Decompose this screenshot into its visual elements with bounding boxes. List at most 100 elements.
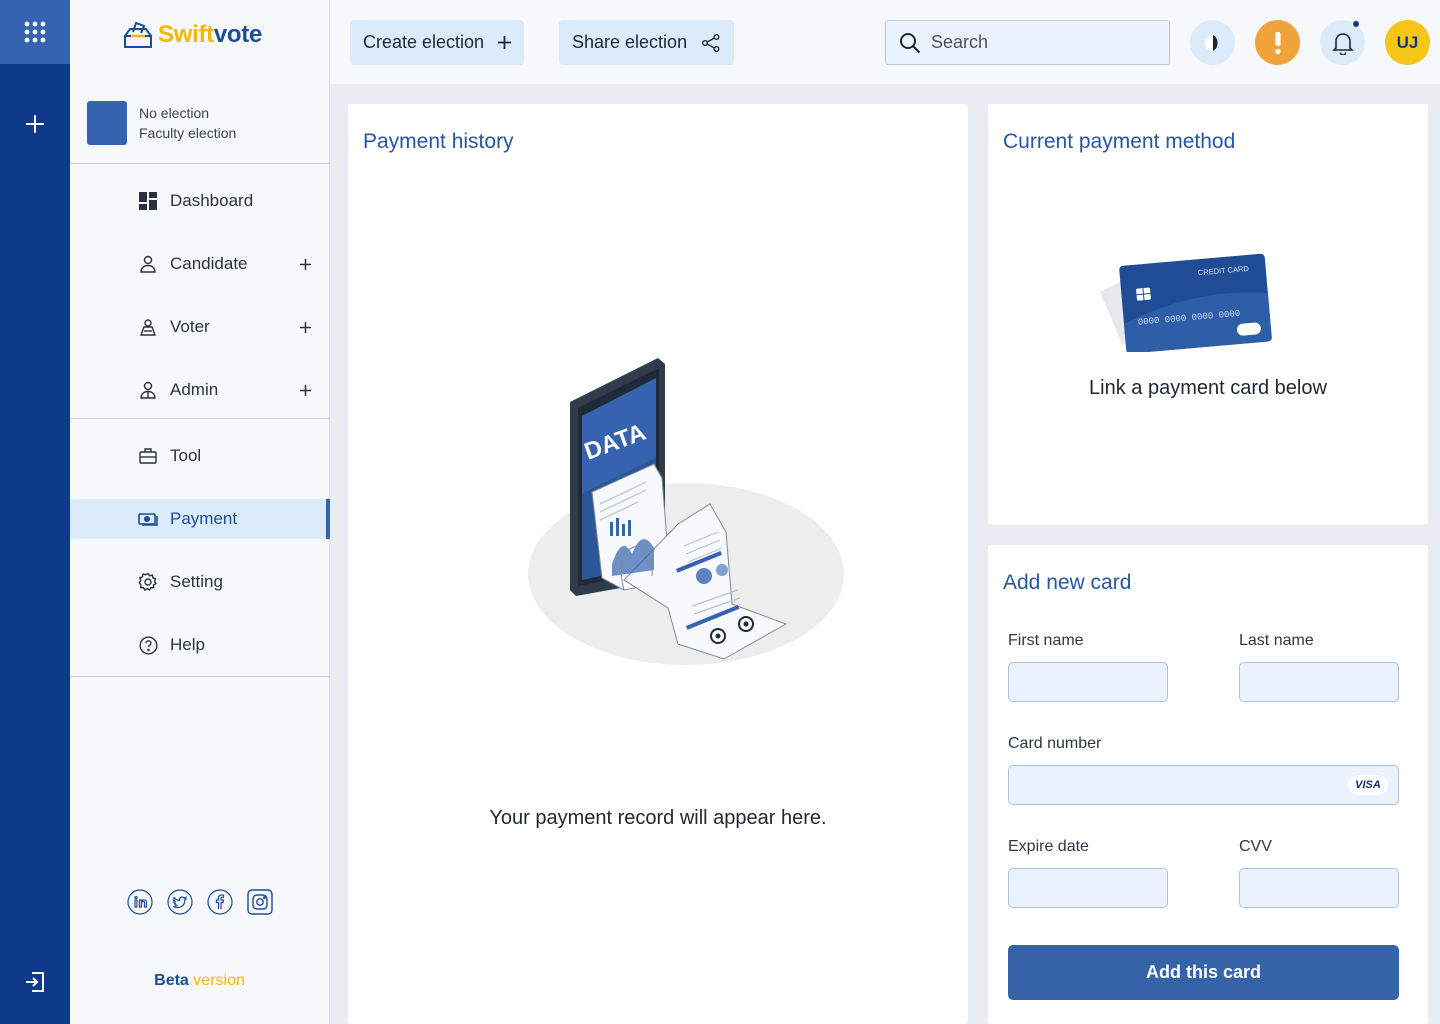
plus-icon (299, 321, 311, 333)
add-card-form: Add new card First name Last name Card n… (988, 545, 1428, 1024)
version-word: version (193, 972, 245, 989)
top-bar: Create election Share election UJ (330, 0, 1440, 84)
last-name-field[interactable] (1239, 662, 1399, 702)
card-number-field[interactable] (1008, 765, 1399, 805)
avatar[interactable]: UJ (1385, 20, 1430, 65)
notification-dot (1352, 20, 1360, 28)
toolbox-icon (138, 446, 158, 466)
logout-icon (26, 972, 44, 992)
last-name-label: Last name (1239, 632, 1314, 649)
voter-icon (138, 317, 158, 337)
brand-name-part2: vote (213, 21, 262, 48)
linkedin-icon (127, 889, 153, 915)
facebook-link[interactable] (207, 889, 233, 915)
app-rail (0, 0, 70, 1024)
dashboard-icon (138, 191, 158, 211)
sidebar-item-admin[interactable]: Admin (70, 370, 329, 410)
sidebar-item-label: Help (170, 635, 205, 654)
theme-toggle-button[interactable] (1190, 20, 1235, 65)
apps-grid-icon (24, 21, 46, 43)
election-avatar (87, 101, 127, 145)
search-icon (900, 32, 921, 53)
add-candidate-button[interactable] (295, 254, 315, 274)
sidebar-item-label: Setting (170, 572, 223, 591)
social-links (127, 889, 273, 915)
election-title: No election (139, 105, 210, 121)
share-election-button[interactable]: Share election (559, 20, 735, 65)
plus-icon (498, 36, 512, 49)
brand-logo[interactable]: Swiftvote (122, 18, 262, 52)
sidebar-item-label: Admin (170, 380, 219, 399)
add-admin-button[interactable] (295, 380, 315, 400)
payment-history-card: Payment history DATA Your payment record… (348, 104, 968, 1024)
election-subtitle: Faculty election (139, 125, 237, 141)
notifications-button[interactable] (1320, 20, 1365, 65)
sidebar-item-tool[interactable]: Tool (70, 436, 329, 476)
expire-date-field[interactable] (1008, 868, 1168, 908)
facebook-icon (207, 889, 233, 915)
sidebar-divider (70, 418, 329, 419)
logout-button[interactable] (0, 962, 70, 1002)
ballot-box-icon (124, 21, 152, 48)
beta-badge: Beta version (70, 972, 329, 990)
brand-name-part1: Swift (158, 21, 214, 48)
bell-icon (1331, 32, 1354, 55)
sidebar-divider (70, 163, 329, 164)
create-election-label: Create election (363, 32, 485, 52)
beta-word: Beta (154, 972, 189, 989)
sidebar-item-dashboard[interactable]: Dashboard (70, 181, 329, 221)
moon-icon (1204, 34, 1217, 51)
election-switcher[interactable]: No election Faculty election (87, 101, 236, 145)
person-icon (138, 254, 158, 274)
sidebar-item-voter[interactable]: Voter (70, 307, 329, 347)
add-voter-button[interactable] (295, 317, 315, 337)
create-election-button[interactable]: Create election (350, 20, 525, 65)
plus-icon (299, 258, 311, 270)
current-payment-method-card: Current payment method CREDIT CARD 0000 … (988, 104, 1428, 525)
card-number-label: Card number (1008, 735, 1102, 752)
expire-date-label: Expire date (1008, 838, 1089, 855)
plus-icon (26, 115, 44, 133)
visa-badge: VISA (1348, 775, 1388, 795)
data-report-illustration: DATA (528, 358, 844, 665)
plus-icon (299, 384, 311, 396)
current-payment-method-title: Current payment method (1003, 130, 1236, 153)
add-election-button[interactable] (0, 104, 70, 144)
avatar-initials: UJ (1396, 32, 1419, 52)
instagram-icon (247, 889, 273, 915)
sidebar-item-label: Payment (170, 509, 238, 528)
admin-icon (138, 380, 158, 400)
sidebar-item-setting[interactable]: Setting (70, 562, 329, 602)
sidebar-item-payment[interactable]: Payment (70, 499, 330, 539)
alert-button[interactable] (1255, 20, 1300, 65)
payment-icon (138, 509, 158, 529)
sidebar-item-label: Dashboard (170, 191, 254, 210)
sidebar-item-help[interactable]: Help (70, 625, 329, 665)
search-bar (885, 20, 1170, 65)
share-election-label: Share election (572, 32, 688, 52)
add-card-title: Add new card (1003, 571, 1132, 594)
linkedin-link[interactable] (127, 889, 153, 915)
search-input[interactable] (931, 32, 1151, 53)
sidebar: Swiftvote No election Faculty election D… (70, 0, 330, 1024)
credit-card-illustration: CREDIT CARD 0000 0000 0000 0000 (1100, 253, 1272, 352)
payment-history-empty-message: Your payment record will appear here. (489, 807, 827, 829)
cvv-label: CVV (1239, 838, 1272, 855)
card-number-wrapper: VISA (1008, 765, 1399, 805)
instagram-link[interactable] (247, 889, 273, 915)
alert-icon (1274, 31, 1281, 54)
help-icon (138, 635, 158, 655)
first-name-label: First name (1008, 632, 1084, 649)
sidebar-item-label: Candidate (170, 254, 248, 273)
gear-icon (138, 572, 158, 592)
first-name-field[interactable] (1008, 662, 1168, 702)
add-card-button[interactable]: Add this card (1008, 945, 1399, 1000)
apps-grid-button[interactable] (0, 0, 70, 64)
sidebar-item-candidate[interactable]: Candidate (70, 244, 329, 284)
cvv-field[interactable] (1239, 868, 1399, 908)
sidebar-item-label: Voter (170, 317, 210, 336)
link-card-message: Link a payment card below (1089, 377, 1327, 399)
sidebar-item-label: Tool (170, 446, 202, 465)
twitter-link[interactable] (167, 889, 193, 915)
share-icon (702, 33, 720, 52)
